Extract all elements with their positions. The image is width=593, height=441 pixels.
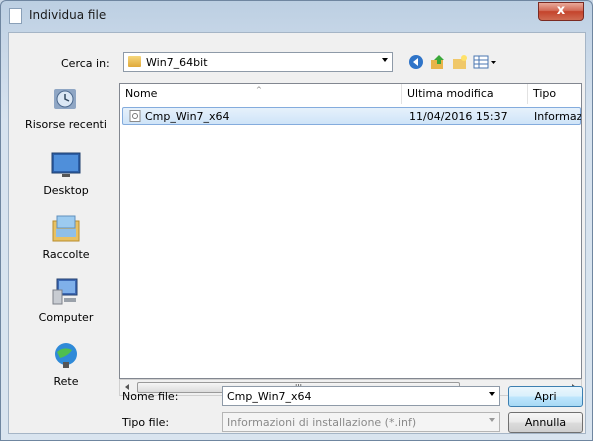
inf-file-icon [129,110,141,122]
close-button[interactable]: x [538,2,584,21]
column-header-name[interactable]: Nome ^ [120,84,402,104]
chevron-down-icon [489,418,495,422]
filename-value: Cmp_Win7_x64 [227,390,312,403]
file-list[interactable]: Nome ^ Ultima modifica Tipo Cmp_Win7_x64… [119,83,582,379]
look-in-value: Win7_64bit [146,56,208,69]
place-label: Rete [53,375,79,388]
filename-input[interactable]: Cmp_Win7_x64 [222,386,500,406]
up-folder-icon[interactable] [430,54,446,70]
look-in-dropdown[interactable]: Win7_64bit [123,52,393,72]
table-row[interactable]: Cmp_Win7_x64 11/04/2016 15:37 Informazi [122,107,581,125]
place-libraries[interactable]: Raccolte [13,213,119,261]
dialog-client-area: Cerca in: Win7_64bit Risorse recenti Des… [8,32,586,434]
sort-ascending-icon: ^ [256,86,262,94]
cancel-button[interactable]: Annulla [508,412,583,433]
window-title: Individua file [29,8,107,22]
places-bar: Risorse recenti Desktop Raccolte Compute… [13,83,119,426]
place-recent[interactable]: Risorse recenti [13,83,119,131]
recent-places-icon [50,83,82,115]
file-modified: 11/04/2016 15:37 [409,110,508,123]
folder-icon [128,56,141,67]
computer-icon [50,276,82,308]
column-header-modified[interactable]: Ultima modifica [402,84,528,104]
filetype-dropdown[interactable]: Informazioni di installazione (*.inf) [222,412,500,432]
filetype-label: Tipo file: [122,416,170,429]
place-label: Raccolte [42,248,90,261]
place-network[interactable]: Rete [13,340,119,388]
chevron-down-icon[interactable] [489,392,495,396]
desktop-icon [50,149,82,181]
document-icon [9,8,22,24]
place-label: Computer [38,311,94,324]
column-header-type[interactable]: Tipo [528,84,581,104]
place-computer[interactable]: Computer [13,276,119,324]
filetype-value: Informazioni di installazione (*.inf) [227,416,417,429]
place-label: Desktop [43,184,89,197]
title-bar[interactable]: Individua file x [1,1,592,31]
view-menu-icon[interactable] [473,54,497,70]
new-folder-icon[interactable] [452,54,468,70]
open-button[interactable]: Apri [508,386,583,407]
network-icon [50,340,82,372]
file-dialog-window: Individua file x Cerca in: Win7_64bit Ri… [0,0,593,441]
file-type: Informazi [534,110,582,123]
libraries-icon [50,213,82,245]
filename-label: Nome file: [122,390,179,403]
chevron-down-icon [382,58,388,62]
place-desktop[interactable]: Desktop [13,149,119,197]
file-name: Cmp_Win7_x64 [145,110,230,123]
look-in-label: Cerca in: [61,57,110,70]
place-label: Risorse recenti [25,118,107,131]
back-icon[interactable] [408,54,424,70]
